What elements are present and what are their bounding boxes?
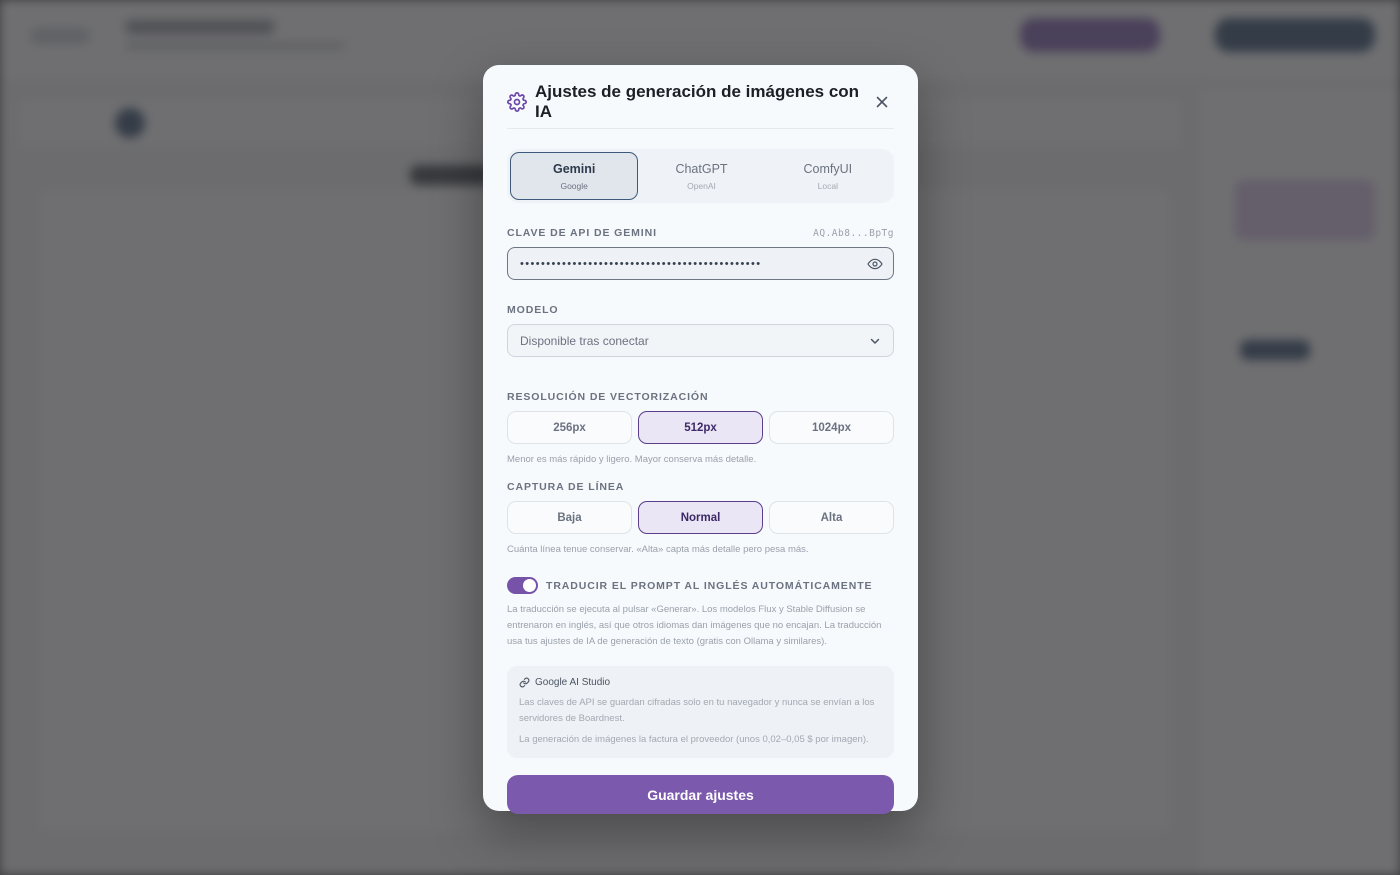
modal-title: Ajustes de generación de imágenes con IA [535,81,860,121]
modal-header: Ajustes de generación de imágenes con IA [507,65,894,129]
provider-name: ChatGPT [675,161,728,176]
provider-vendor: Google [560,180,588,191]
model-label: MODELO [507,304,559,316]
translate-toggle-label: TRADUCIR EL PROMPT AL INGLÉS AUTOMÁTICAM… [546,579,873,592]
line-capture-options: Baja Normal Alta [507,501,894,534]
provider-vendor: OpenAI [687,180,716,191]
provider-vendor: Local [817,180,838,191]
resolution-label: RESOLUCIÓN DE VECTORIZACIÓN [507,391,709,403]
line-capture-option-normal[interactable]: Normal [638,501,763,534]
info-privacy-text: Las claves de API se guardan cifradas so… [519,697,875,724]
resolution-option-1024[interactable]: 1024px [769,411,894,444]
tab-chatgpt[interactable]: ChatGPT OpenAI [638,152,764,200]
resolution-option-512[interactable]: 512px [638,411,763,444]
api-key-value[interactable]: ••••••••••••••••••••••••••••••••••••••••… [520,258,859,270]
info-box: Google AI Studio Las claves de API se gu… [507,666,894,758]
provider-name: ComfyUI [803,161,853,176]
line-capture-help: Cuánta línea tenue conservar. «Alta» cap… [507,544,809,555]
provider-tabs: Gemini Google ChatGPT OpenAI ComfyUI Loc… [507,149,894,203]
save-settings-button[interactable]: Guardar ajustes [507,775,894,814]
google-ai-studio-link-label[interactable]: Google AI Studio [535,677,610,688]
translate-toggle[interactable] [507,577,538,594]
toggle-knob [523,579,536,592]
line-capture-label: CAPTURA DE LÍNEA [507,481,625,493]
api-key-label: CLAVE DE API DE GEMINI [507,227,657,239]
eye-icon[interactable] [867,256,883,272]
google-ai-studio-link[interactable]: Google AI Studio [519,677,882,688]
provider-name: Gemini [552,161,596,176]
resolution-options: 256px 512px 1024px [507,411,894,444]
info-billing-text: La generación de imágenes la factura el … [519,734,869,745]
tab-comfyui[interactable]: ComfyUI Local [765,152,891,200]
tab-gemini[interactable]: Gemini Google [510,152,639,200]
chevron-down-icon [869,335,881,347]
api-key-input[interactable]: ••••••••••••••••••••••••••••••••••••••••… [507,247,894,280]
model-select[interactable]: Disponible tras conectar [507,324,894,357]
resolution-option-256[interactable]: 256px [507,411,632,444]
ai-image-settings-modal: Ajustes de generación de imágenes con IA… [483,65,918,814]
model-select-value: Disponible tras conectar [520,333,649,348]
resolution-help: Menor es más rápido y ligero. Mayor cons… [507,454,757,465]
link-icon [519,677,530,688]
api-key-preview: AQ.Ab8...BpTg [813,227,894,239]
translate-help: La traducción se ejecuta al pulsar «Gene… [507,604,882,647]
close-icon [876,96,888,107]
close-button[interactable] [870,90,894,114]
line-capture-option-high[interactable]: Alta [769,501,894,534]
line-capture-option-low[interactable]: Baja [507,501,632,534]
gear-icon [507,91,527,112]
